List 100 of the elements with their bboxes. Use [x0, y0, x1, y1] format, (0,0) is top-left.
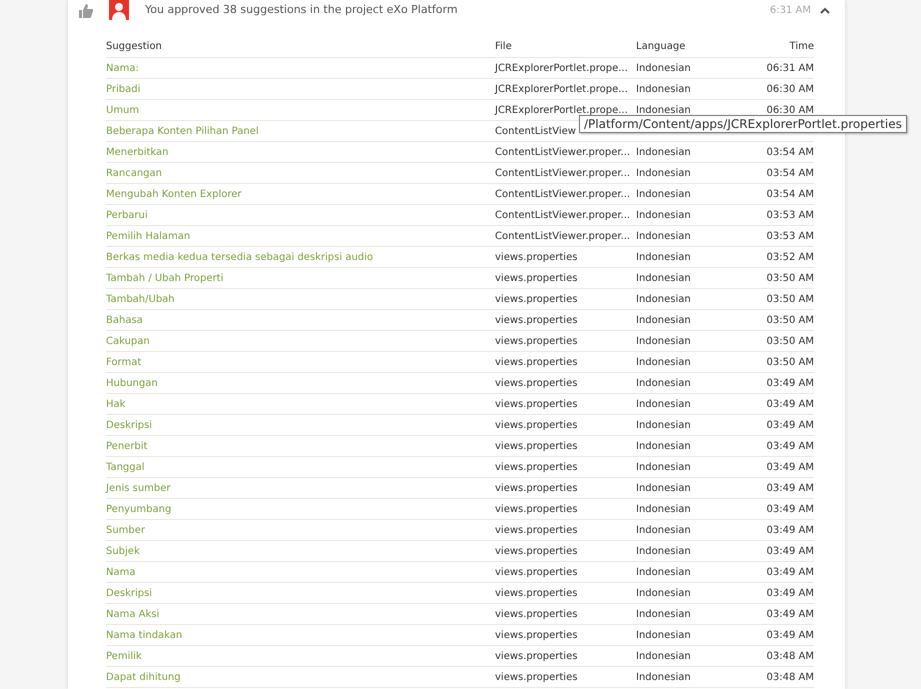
time-cell: 03:49 AM	[766, 608, 814, 620]
file-cell: views.properties	[495, 294, 578, 304]
language-cell: Indonesian	[636, 546, 691, 556]
language-cell: Indonesian	[636, 146, 691, 158]
time-cell: 03:49 AM	[766, 462, 814, 472]
file-cell: views.properties	[495, 356, 578, 368]
file-cell: ContentListViewer.proper...	[495, 146, 630, 158]
suggestion-link[interactable]: Format	[106, 356, 142, 368]
file-cell: JCRExplorerPortlet.prope...	[495, 84, 628, 94]
file-cell: ContentListViewer.proper...	[495, 168, 630, 178]
language-cell: Indonesian	[636, 252, 691, 262]
language-cell: Indonesian	[636, 524, 691, 536]
activity-time: 6:31 AM	[770, 4, 811, 18]
language-cell: Indonesian	[636, 672, 691, 682]
time-cell: 03:50 AM	[766, 294, 814, 304]
file-cell: views.properties	[495, 504, 578, 514]
time-cell: 03:54 AM	[766, 146, 814, 158]
time-cell: 03:48 AM	[766, 650, 814, 662]
suggestion-link[interactable]: Cakupan	[106, 336, 150, 346]
suggestion-link[interactable]: Pemilik	[106, 650, 142, 662]
time-cell: 03:53 AM	[766, 210, 814, 220]
suggestion-link[interactable]: Beberapa Konten Pilihan Panel	[106, 126, 259, 136]
suggestion-link[interactable]: Deskripsi	[106, 588, 152, 598]
file-cell: ContentListViewer.proper...	[495, 230, 630, 242]
language-cell: Indonesian	[636, 650, 691, 662]
suggestion-link[interactable]: Nama:	[106, 62, 139, 74]
time-cell: 03:53 AM	[766, 230, 814, 242]
suggestion-link[interactable]: Berkas media kedua tersedia sebagai deskripsi audio	[106, 252, 374, 262]
file-cell: views.properties	[495, 566, 578, 578]
suggestion-link[interactable]: Tanggal	[106, 462, 145, 472]
language-cell: Indonesian	[636, 588, 691, 598]
time-cell: 03:48 AM	[766, 672, 814, 682]
suggestion-link[interactable]: Penyumbang	[106, 504, 172, 514]
suggestion-link[interactable]: Hubungan	[106, 378, 158, 388]
suggestion-link[interactable]: Bahasa	[106, 314, 143, 326]
activity-message: You approved 38 suggestions in the project eXo Platform	[145, 2, 458, 18]
file-cell: views.properties	[495, 546, 578, 556]
file-cell: views.properties	[495, 252, 578, 262]
language-cell: Indonesian	[636, 378, 691, 388]
suggestion-link[interactable]: Pribadi	[106, 84, 140, 94]
time-cell: 03:49 AM	[766, 482, 814, 494]
language-cell: Indonesian	[636, 230, 691, 242]
language-cell: Indonesian	[636, 336, 691, 346]
file-cell: views.properties	[495, 378, 578, 388]
thumbs-up-icon	[79, 2, 93, 18]
suggestion-link[interactable]: Nama tindakan	[106, 630, 182, 640]
suggestion-link[interactable]: Pemilih Halaman	[106, 230, 190, 242]
language-cell: Indonesian	[636, 356, 691, 368]
file-cell: JCRExplorerPortlet.prope...	[495, 62, 628, 74]
language-cell: Indonesian	[636, 188, 691, 200]
chevron-up-icon	[820, 6, 830, 14]
file-cell: views.properties	[495, 462, 578, 472]
suggestion-link[interactable]: Hak	[106, 398, 126, 410]
language-cell: Indonesian	[636, 84, 691, 94]
suggestion-link[interactable]: Nama	[106, 566, 136, 578]
suggestion-link[interactable]: Nama Aksi	[106, 608, 160, 620]
suggestion-link[interactable]: Sumber	[106, 524, 146, 536]
language-cell: Indonesian	[636, 272, 691, 284]
suggestion-link[interactable]: Rancangan	[106, 168, 162, 178]
column-header: File	[495, 41, 512, 52]
file-cell: views.properties	[495, 272, 578, 284]
time-cell: 03:50 AM	[766, 272, 814, 284]
time-cell: 03:49 AM	[766, 504, 814, 514]
language-cell: Indonesian	[636, 462, 691, 472]
suggestion-link[interactable]: Perbarui	[106, 210, 148, 220]
language-cell: Indonesian	[636, 504, 691, 514]
time-cell: 03:50 AM	[766, 314, 814, 326]
language-cell: Indonesian	[636, 168, 691, 178]
time-cell: 03:49 AM	[766, 630, 814, 640]
language-cell: Indonesian	[636, 398, 691, 410]
tooltip: /Platform/Content/apps/JCRExplorerPortlet.properties	[579, 115, 907, 133]
language-cell: Indonesian	[636, 62, 691, 74]
suggestion-link[interactable]: Mengubah Konten Explorer	[106, 188, 242, 200]
suggestion-link[interactable]: Dapat dihitung	[106, 672, 181, 682]
language-cell: Indonesian	[636, 482, 691, 494]
column-header: Suggestion	[106, 41, 162, 52]
suggestion-link[interactable]: Tambah/Ubah	[106, 294, 175, 304]
suggestion-link[interactable]: Jenis sumber	[106, 482, 171, 494]
suggestion-link[interactable]: Umum	[106, 104, 140, 116]
column-header: Time	[790, 41, 814, 52]
time-cell: 06:31 AM	[766, 62, 814, 74]
suggestion-link[interactable]: Deskripsi	[106, 420, 152, 430]
time-cell: 03:49 AM	[766, 546, 814, 556]
suggestion-link[interactable]: Menerbitkan	[106, 146, 169, 158]
file-cell: views.properties	[495, 672, 578, 682]
suggestion-link[interactable]: Penerbit	[106, 440, 148, 452]
suggestion-link[interactable]: Tambah / Ubah Properti	[106, 272, 224, 284]
time-cell: 03:49 AM	[766, 420, 814, 430]
language-cell: Indonesian	[636, 420, 691, 430]
file-cell: views.properties	[495, 524, 578, 536]
file-cell: views.properties	[495, 630, 578, 640]
suggestion-link[interactable]: Subjek	[106, 546, 140, 556]
column-header: Language	[636, 41, 686, 52]
time-cell: 06:30 AM	[766, 84, 814, 94]
language-cell: Indonesian	[636, 314, 691, 326]
language-cell: Indonesian	[636, 104, 691, 116]
time-cell: 03:49 AM	[766, 524, 814, 536]
file-cell: JCRExplorerPortlet.prope...	[495, 104, 628, 116]
time-cell: 06:30 AM	[766, 104, 814, 116]
time-cell: 03:50 AM	[766, 336, 814, 346]
